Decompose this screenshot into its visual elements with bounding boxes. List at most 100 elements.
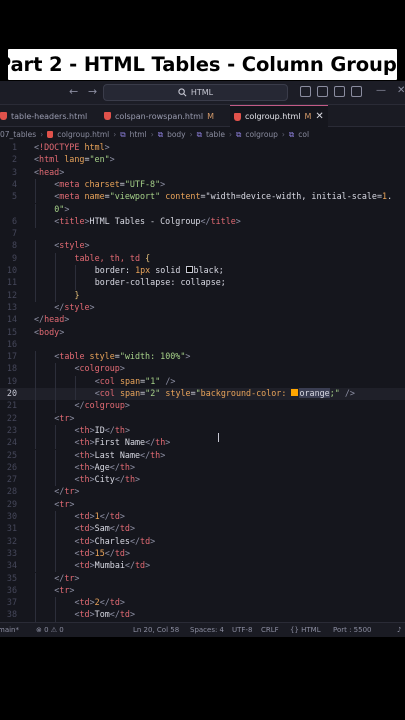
indent-guide: [35, 572, 36, 585]
code-text: <th>City</th>: [74, 474, 141, 485]
code-line[interactable]: 5 <meta name="viewport" content="width=de…: [0, 191, 405, 204]
line-number: 17: [6, 351, 17, 362]
code-line[interactable]: 31 <td>Sam</td>: [0, 523, 405, 536]
tab-label: colspan-rowspan.html: [115, 111, 204, 121]
code-line[interactable]: 6 <title>HTML Tables - Colgroup</title>: [0, 215, 405, 229]
code-line[interactable]: 17 <table style="width: 100%">: [0, 351, 405, 364]
code-line[interactable]: 3 <head>: [0, 167, 405, 179]
encoding-setting[interactable]: UTF-8: [232, 626, 252, 634]
code-text: <meta charset="UTF-8">: [54, 178, 166, 189]
live-server-port[interactable]: Port : 5500: [333, 626, 372, 634]
tab-table-headers[interactable]: table-headers.html: [0, 105, 91, 127]
indent-guide: [55, 535, 57, 548]
code-line[interactable]: 14 </head>: [0, 314, 405, 326]
git-branch[interactable]: main*: [0, 626, 19, 634]
code-text: }: [74, 289, 80, 300]
code-line[interactable]: 38 <td>Tom</td>: [0, 609, 405, 622]
indent-guide: [35, 535, 36, 548]
code-line[interactable]: 37 <td>2</td>: [0, 597, 405, 610]
code-line[interactable]: 16: [0, 339, 405, 351]
code-text: </tr>: [54, 572, 80, 583]
indent-guide: [35, 178, 36, 192]
code-line[interactable]: 21 </colgroup>: [0, 400, 405, 413]
code-line[interactable]: 33 <td>15</td>: [0, 547, 405, 561]
code-line[interactable]: 24 <th>First Name</th>: [0, 437, 405, 450]
breadcrumb-item[interactable]: table: [206, 130, 225, 139]
line-number: 35: [6, 572, 17, 583]
back-button[interactable]: ←: [69, 85, 78, 98]
code-line[interactable]: 30 <td>1</td>: [0, 511, 405, 524]
line-number: 2: [11, 154, 17, 165]
cursor-position[interactable]: Ln 20, Col 58: [133, 626, 179, 634]
code-line[interactable]: 29 <tr>: [0, 498, 405, 511]
close-tab-icon[interactable]: ✕: [315, 111, 323, 122]
indent-guide: [35, 474, 36, 487]
line-number: 20: [6, 388, 17, 398]
tab-colgroup[interactable]: colgroup.html M ✕: [230, 105, 328, 127]
breadcrumb-item[interactable]: colgroup.html: [57, 130, 109, 139]
code-line[interactable]: 36 <tr>: [0, 584, 405, 598]
breadcrumb-folder[interactable]: 07_tables: [0, 130, 36, 139]
breadcrumb-item[interactable]: colgroup: [245, 130, 278, 139]
indent-guide: [35, 191, 36, 204]
code-line[interactable]: 0">: [0, 203, 405, 216]
tab-colspan-rowspan[interactable]: colspan-rowspan.html M: [100, 105, 218, 127]
line-number: 1: [11, 142, 17, 152]
code-line[interactable]: 34 <td>Mumbai</td>: [0, 560, 405, 573]
eol-setting[interactable]: CRLF: [261, 626, 279, 634]
code-line[interactable]: 13 </style>: [0, 302, 405, 314]
minimize-button[interactable]: —: [376, 85, 386, 96]
code-line[interactable]: 9 table, th, td {: [0, 252, 405, 265]
toggle-secondary-sidebar-icon[interactable]: [334, 86, 345, 97]
line-number: 32: [6, 535, 17, 546]
code-line[interactable]: 20 <col span="2" style="background-color:…: [0, 388, 405, 401]
code-line[interactable]: 11 border-collapse: collapse;: [0, 277, 405, 290]
indent-guide: [75, 277, 77, 290]
code-line[interactable]: 2 <html lang="en">: [0, 154, 405, 166]
toggle-sidebar-icon[interactable]: [300, 86, 311, 97]
notifications-bell-icon[interactable]: ♪: [397, 626, 401, 634]
code-line[interactable]: 25 <th>Last Name</th>: [0, 449, 405, 462]
code-line[interactable]: 27 <th>City</th>: [0, 474, 405, 487]
indent-guide: [55, 289, 57, 302]
indent-guide: [35, 289, 36, 302]
code-line[interactable]: 32 <td>Charles</td>: [0, 535, 405, 548]
code-text: </style>: [54, 301, 95, 312]
problems-indicator[interactable]: ⊗ 0 ⚠ 0: [36, 626, 64, 634]
indent-guide: [35, 265, 36, 278]
code-line[interactable]: 7: [0, 228, 405, 240]
html-file-icon: [47, 131, 54, 138]
command-search-box[interactable]: HTML: [103, 84, 288, 101]
line-number: 24: [6, 437, 17, 448]
code-area[interactable]: 1 <!DOCTYPE html> 2 <html lang="en"> 3 <head>…: [0, 142, 405, 634]
indent-guide: [35, 511, 36, 524]
line-number: 30: [6, 511, 17, 521]
indentation-setting[interactable]: Spaces: 4: [190, 626, 224, 634]
code-line[interactable]: 26 <th>Age</th>: [0, 461, 405, 475]
line-number: 10: [6, 265, 17, 275]
code-line[interactable]: 12}: [0, 289, 405, 302]
code-line[interactable]: 4 <meta charset="UTF-8">: [0, 178, 405, 192]
language-mode[interactable]: {} HTML: [290, 626, 321, 634]
code-line[interactable]: 1 <!DOCTYPE html>: [0, 142, 405, 154]
indent-guide: [35, 277, 36, 290]
customize-layout-icon[interactable]: [351, 86, 362, 97]
code-line[interactable]: 15 <body>: [0, 327, 405, 339]
code-line[interactable]: 8 <style>: [0, 240, 405, 253]
breadcrumb-item[interactable]: html: [130, 130, 147, 139]
code-text: border-collapse: collapse;: [94, 277, 226, 288]
breadcrumb-item[interactable]: body: [167, 130, 186, 139]
close-window-button[interactable]: ✕: [397, 85, 405, 96]
code-line[interactable]: 18 <colgroup>: [0, 363, 405, 376]
indent-guide: [55, 424, 57, 438]
code-line[interactable]: 10 border: 1px solid black;: [0, 265, 405, 278]
code-line[interactable]: 19 <col span="1" />: [0, 375, 405, 388]
breadcrumb-item[interactable]: col: [298, 130, 309, 139]
line-number: 16: [6, 338, 17, 349]
code-line[interactable]: 23 <th>ID</th>: [0, 424, 405, 438]
forward-button[interactable]: →: [88, 85, 97, 98]
code-line[interactable]: 35 </tr>: [0, 572, 405, 585]
code-line[interactable]: 22 <tr>: [0, 412, 405, 425]
toggle-panel-icon[interactable]: [317, 86, 328, 97]
code-line[interactable]: 28 </tr>: [0, 486, 405, 499]
